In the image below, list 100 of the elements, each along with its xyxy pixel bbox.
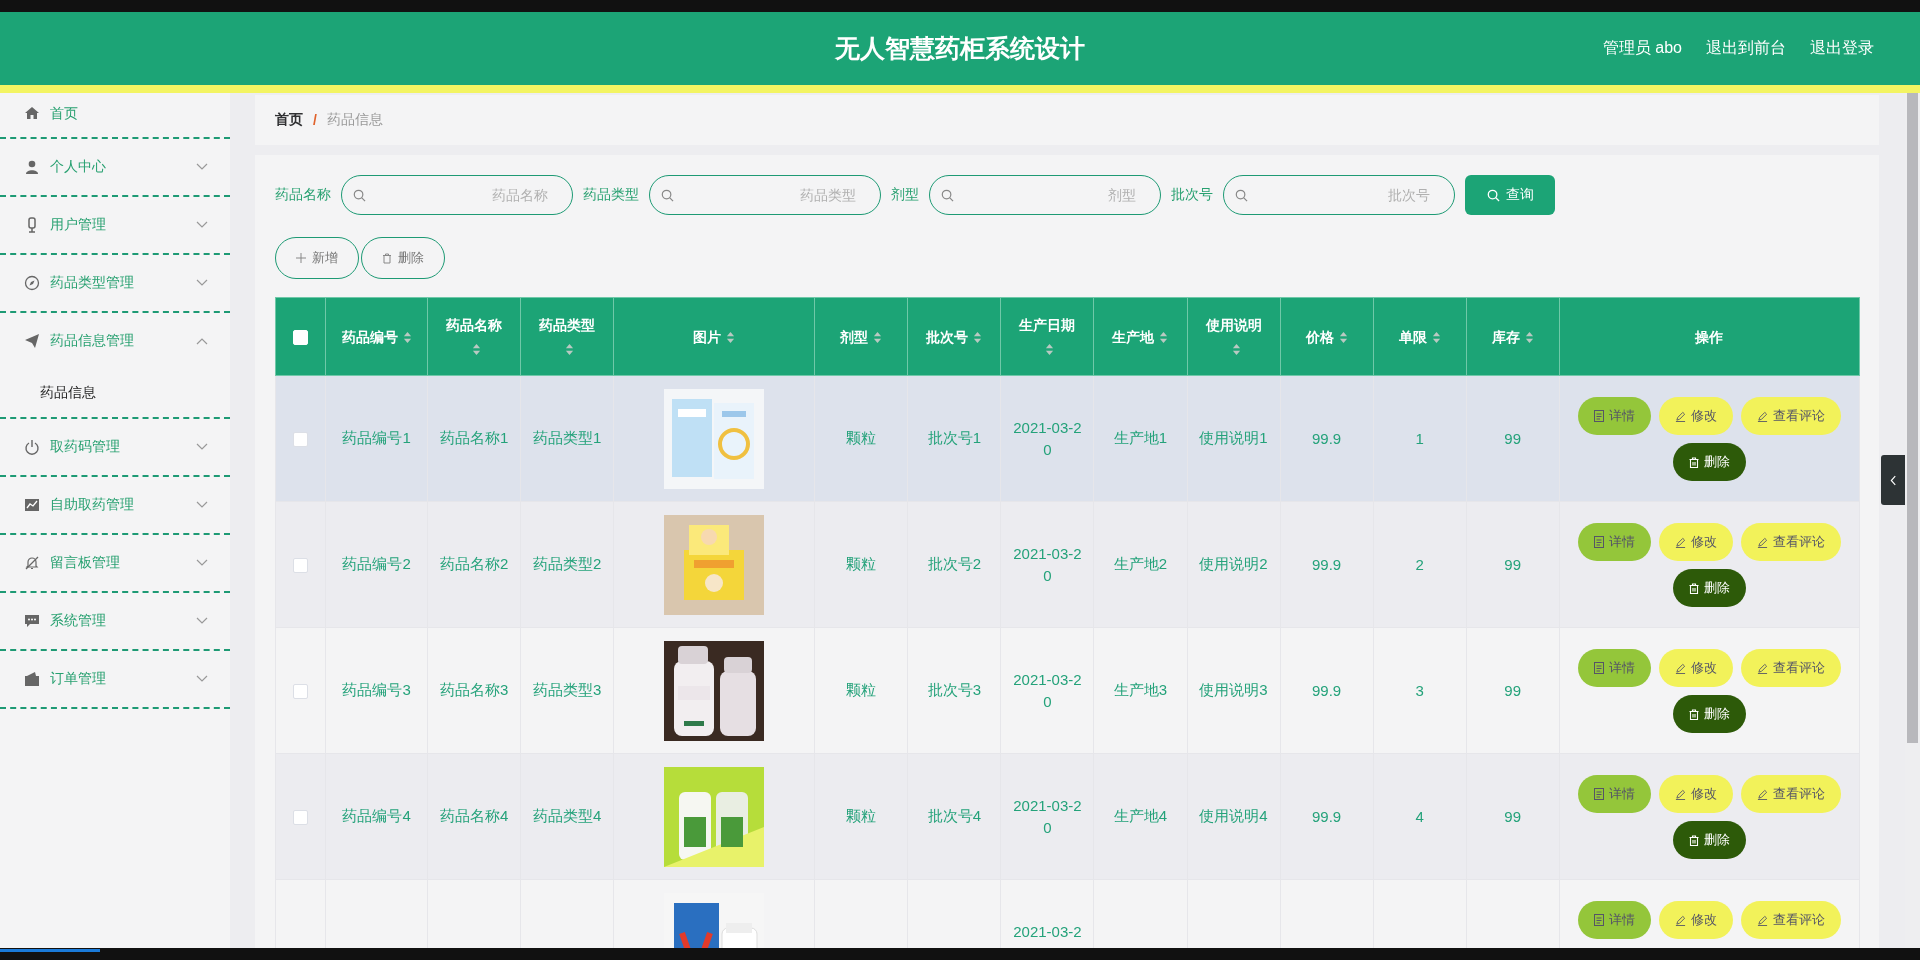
search-button[interactable]: 查询 (1465, 175, 1555, 215)
table-cell: 药品编号3 (342, 681, 411, 698)
sort-icon[interactable] (1159, 331, 1169, 345)
edit-button[interactable]: 修改 (1658, 649, 1733, 687)
search-field[interactable]: 药品名称 (341, 175, 573, 215)
select-all-checkbox[interactable] (293, 330, 308, 346)
table-cell: 使用说明1 (1199, 429, 1268, 446)
sort-icon[interactable] (1045, 343, 1055, 357)
column-header[interactable]: 药品编号 (325, 297, 428, 376)
column-header[interactable]: 使用说明 (1187, 297, 1281, 376)
table-cell: 批次号4 (927, 807, 982, 824)
sort-icon[interactable] (973, 331, 983, 345)
table-cell: 批次号1 (927, 429, 982, 446)
document-icon (1593, 536, 1604, 548)
edit-button[interactable]: 查看评论 (1740, 649, 1841, 687)
sort-icon[interactable] (1524, 331, 1534, 345)
column-header[interactable]: 库存 (1466, 297, 1560, 376)
column-header[interactable]: 生产日期 (1000, 297, 1094, 376)
sort-icon[interactable] (402, 331, 412, 345)
sidebar-item[interactable]: 药品信息管理 (0, 313, 230, 369)
edit-button[interactable]: 查看评论 (1740, 901, 1841, 939)
sidebar-item[interactable]: 药品类型管理 (0, 255, 230, 311)
delete-button[interactable]: 删除 (1672, 821, 1746, 859)
sidebar-item[interactable]: 用户管理 (0, 197, 230, 253)
delete-button[interactable]: 删除 (1672, 569, 1746, 607)
sidebar-item[interactable]: 自助取药管理 (0, 477, 230, 533)
edit-button[interactable]: 修改 (1658, 397, 1733, 435)
field-label: 剂型 (891, 186, 919, 204)
column-header[interactable]: 价格 (1280, 297, 1374, 376)
detail-button[interactable]: 详情 (1577, 901, 1651, 939)
home-icon (24, 105, 40, 121)
sidebar-item[interactable]: 系统管理 (0, 593, 230, 649)
header-link[interactable]: 退出登录 (1810, 38, 1874, 59)
table-cell: 使用说明2 (1199, 555, 1268, 572)
sort-icon[interactable] (472, 343, 482, 357)
table-cell: 药品类型2 (533, 555, 602, 572)
table-cell: 99 (1504, 430, 1521, 447)
table-cell: 生产地4 (1113, 807, 1168, 824)
row-checkbox[interactable] (293, 432, 308, 448)
detail-button[interactable]: 详情 (1577, 397, 1651, 435)
edit-button[interactable]: 修改 (1658, 901, 1733, 939)
column-header: 操作 (1559, 297, 1860, 376)
edit-button[interactable]: 查看评论 (1740, 523, 1841, 561)
row-checkbox[interactable] (293, 810, 308, 826)
column-header[interactable]: 药品类型 (520, 297, 614, 376)
sort-icon[interactable] (873, 331, 883, 345)
pencil-icon (1674, 410, 1686, 422)
column-header[interactable]: 生产地 (1093, 297, 1187, 376)
detail-button[interactable]: 详情 (1577, 649, 1651, 687)
column-header[interactable]: 剂型 (814, 297, 908, 376)
column-header[interactable]: 药品名称 (427, 297, 521, 376)
search-field[interactable]: 批次号 (1223, 175, 1455, 215)
sort-icon[interactable] (1431, 331, 1441, 345)
sort-icon[interactable] (726, 331, 736, 345)
header-link[interactable]: 退出到前台 (1706, 38, 1786, 59)
trash-icon (1688, 582, 1699, 594)
breadcrumb-item[interactable]: 首页 (275, 111, 303, 129)
column-header[interactable]: 批次号 (907, 297, 1001, 376)
sidebar-item[interactable]: 留言板管理 (0, 535, 230, 591)
trash-icon (382, 252, 392, 264)
pencil-icon (1674, 536, 1686, 548)
sidebar-item[interactable]: 取药码管理 (0, 419, 230, 475)
table-cell: 4 (1415, 808, 1424, 825)
column-header[interactable]: 图片 (613, 297, 815, 376)
delete-button[interactable]: 删除 (361, 237, 445, 279)
sort-icon[interactable] (565, 343, 575, 357)
pencil-icon (1756, 410, 1768, 422)
detail-button[interactable]: 详情 (1577, 523, 1651, 561)
search-field[interactable]: 药品类型 (649, 175, 881, 215)
header-link[interactable]: 管理员 abo (1602, 38, 1682, 59)
search-field[interactable]: 剂型 (929, 175, 1161, 215)
document-icon (1593, 914, 1604, 926)
sidebar-item[interactable]: 订单管理 (0, 651, 230, 707)
edit-button[interactable]: 查看评论 (1740, 775, 1841, 813)
row-checkbox[interactable] (293, 558, 308, 574)
edit-button[interactable]: 修改 (1658, 775, 1733, 813)
sort-icon[interactable] (1338, 331, 1348, 345)
sidebar-item[interactable]: 个人中心 (0, 139, 230, 195)
breadcrumb-item: 药品信息 (326, 111, 383, 129)
delete-button[interactable]: 删除 (1672, 443, 1746, 481)
collapse-tab[interactable] (1881, 455, 1905, 505)
edit-button[interactable]: 查看评论 (1740, 397, 1841, 435)
sidebar-label: 药品信息管理 (50, 332, 135, 350)
delete-button[interactable]: 删除 (1672, 695, 1746, 733)
column-header[interactable]: 单限 (1373, 297, 1467, 376)
trash-icon (1688, 834, 1699, 846)
edit-button[interactable]: 修改 (1658, 523, 1733, 561)
sidebar-subitem[interactable]: 药品信息 (0, 369, 230, 417)
sidebar-item[interactable]: 首页 (0, 93, 230, 137)
sidebar-label: 订单管理 (50, 670, 107, 688)
breadcrumb-separator: / (313, 112, 317, 128)
document-icon (1593, 788, 1604, 800)
row-checkbox[interactable] (293, 684, 308, 700)
table-cell: 1 (1415, 430, 1424, 447)
detail-button[interactable]: 详情 (1577, 775, 1651, 813)
add-button[interactable]: 新增 (275, 237, 359, 279)
power-icon (24, 439, 40, 455)
sidebar-label: 首页 (50, 105, 79, 123)
table-cell: 药品类型3 (533, 681, 602, 698)
sort-icon[interactable] (1231, 343, 1241, 357)
